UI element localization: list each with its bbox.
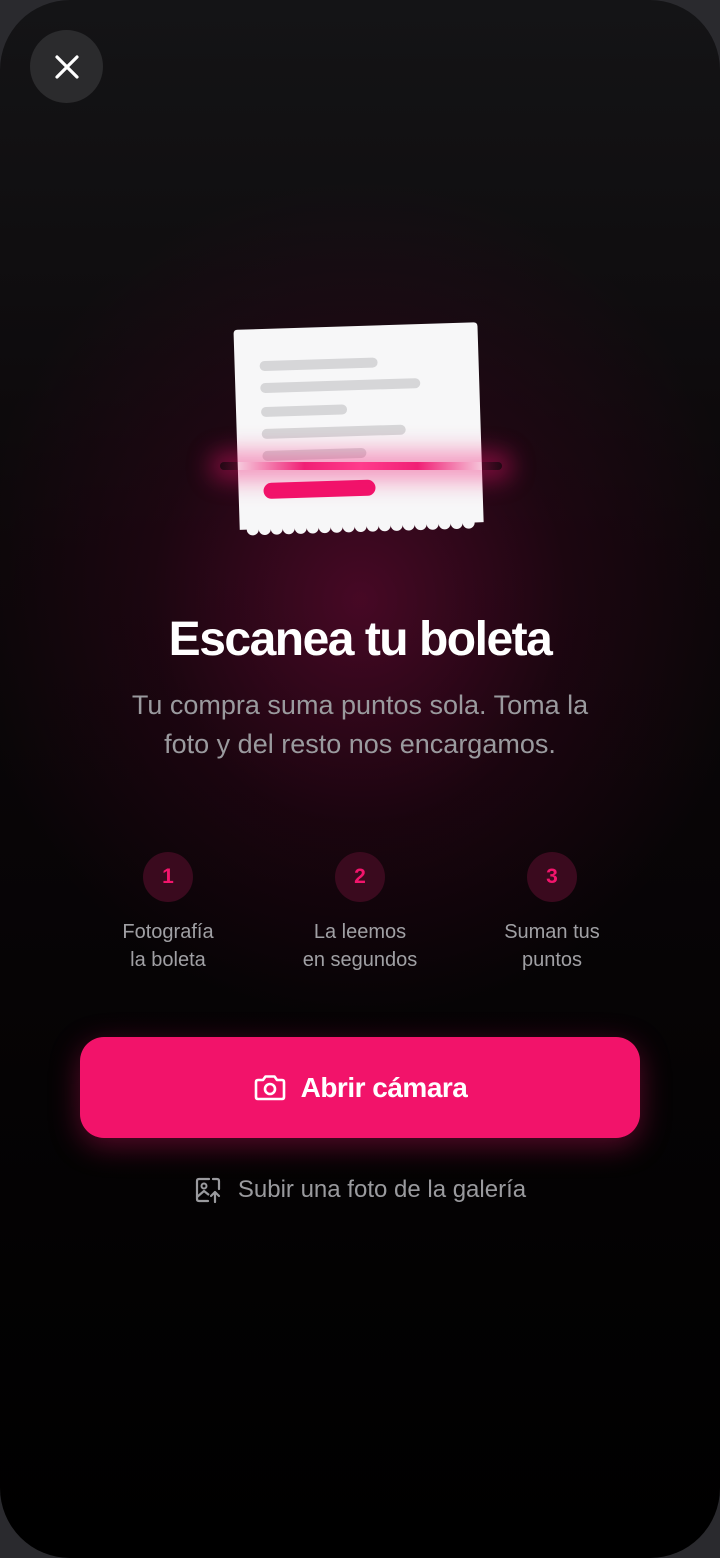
page-title: Escanea tu boleta <box>168 613 553 666</box>
camera-icon <box>254 1074 285 1100</box>
step-number: 2 <box>335 852 385 902</box>
page-subtitle: Tu compra suma puntos sola. Toma la foto… <box>131 690 589 759</box>
step-item-2: 2 La leemos en segundos <box>264 852 456 974</box>
close-icon <box>54 54 79 79</box>
scan-receipt-screen: Escanea tu boleta Tu compra suma puntos … <box>0 0 720 1558</box>
step-label: La leemos en segundos <box>302 921 418 971</box>
step-item-3: 3 Suman tus puntos <box>456 852 648 974</box>
close-button[interactable] <box>30 30 103 103</box>
upload-from-gallery-label: Subir una foto de la galería <box>237 1176 527 1203</box>
step-label: Suman tus puntos <box>504 921 600 971</box>
receipt-illustration <box>233 322 484 536</box>
step-number: 3 <box>527 852 577 902</box>
steps-list: 1 Fotografía la boleta 2 La leemos en se… <box>72 852 648 974</box>
scan-line <box>220 462 502 470</box>
gallery-upload-icon <box>195 1177 220 1204</box>
open-camera-label: Abrir cámara <box>300 1071 468 1103</box>
upload-from-gallery-link[interactable]: Subir una foto de la galería <box>0 1170 720 1210</box>
step-number: 1 <box>143 852 193 902</box>
open-camera-button[interactable]: Abrir cámara <box>80 1037 640 1138</box>
step-item-1: 1 Fotografía la boleta <box>72 852 264 974</box>
step-label: Fotografía la boleta <box>122 921 214 971</box>
